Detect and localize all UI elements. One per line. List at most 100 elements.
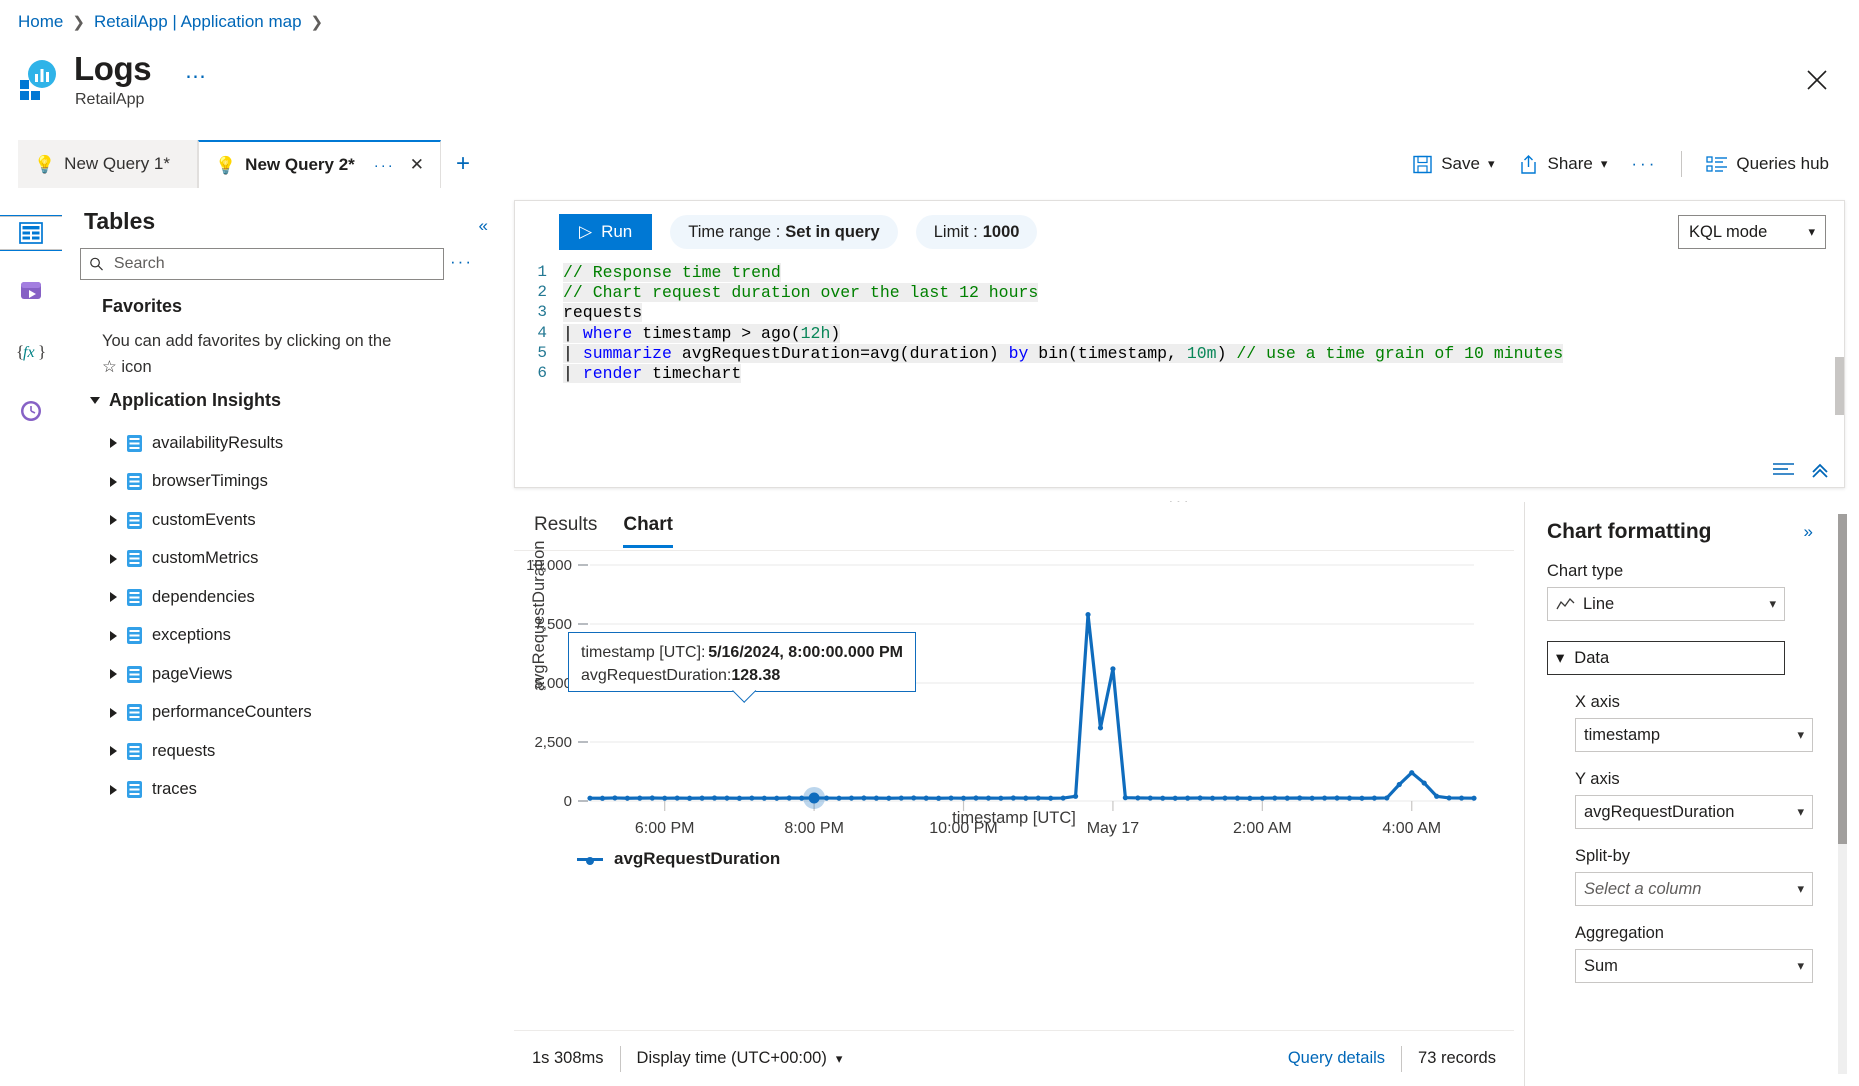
kql-mode-dropdown[interactable]: KQL mode ▾ — [1678, 215, 1826, 249]
time-range-button[interactable]: Time range : Set in query — [670, 215, 897, 249]
table-row-exceptions[interactable]: exceptions — [62, 617, 510, 656]
line-chart[interactable]: 02,5005,0007,50010,0006:00 PM8:00 PM10:0… — [514, 551, 1514, 851]
tooltip-row-value: avgRequestDuration: 128.38 — [581, 664, 903, 687]
logs-icon — [18, 58, 62, 102]
add-tab-button[interactable]: + — [441, 140, 485, 188]
tab-new-query-1[interactable]: 💡 New Query 1* — [18, 140, 198, 188]
results-tabs: Results Chart — [514, 502, 1514, 550]
table-label: traces — [152, 780, 197, 799]
run-button[interactable]: ▷ Run — [559, 214, 652, 250]
breadcrumb-item-home[interactable]: Home — [18, 12, 63, 32]
code-token: render — [583, 364, 642, 383]
display-time-button[interactable]: Display time (UTC+00:00) — [637, 1049, 827, 1068]
code-token: // use a time grain of 10 minutes — [1236, 344, 1563, 363]
editor-scrollbar[interactable] — [1835, 357, 1844, 415]
table-row-traces[interactable]: traces — [62, 771, 510, 810]
expand-triangle-icon[interactable] — [110, 438, 117, 448]
data-section-toggle[interactable]: ▾ Data — [1547, 641, 1785, 675]
search-box[interactable] — [80, 248, 444, 280]
table-row-custommetrics[interactable]: customMetrics — [62, 540, 510, 579]
toolbar-more-button[interactable]: ··· — [1619, 148, 1669, 180]
line-number: 6 — [515, 364, 563, 382]
table-row-performancecounters[interactable]: performanceCounters — [62, 694, 510, 733]
code-token: timechart — [642, 364, 741, 383]
format-query-icon[interactable] — [1772, 461, 1796, 479]
rail-functions-button[interactable]: { fx } — [12, 332, 50, 370]
chart-type-dropdown[interactable]: Line ▾ — [1547, 587, 1785, 621]
table-row-availabilityresults[interactable]: availabilityResults — [62, 424, 510, 463]
close-button[interactable] — [1797, 60, 1837, 100]
y-axis-dropdown[interactable]: avgRequestDuration ▾ — [1575, 795, 1813, 829]
table-icon — [127, 666, 142, 683]
collapse-pane-button[interactable]: « — [479, 216, 488, 236]
table-label: browserTimings — [152, 472, 268, 491]
rail-queries-button[interactable] — [12, 272, 50, 310]
queries-hub-icon — [1706, 154, 1728, 174]
queries-hub-button[interactable]: Queries hub — [1694, 148, 1841, 180]
expand-triangle-icon[interactable] — [110, 669, 117, 679]
query-tab-strip: 💡 New Query 1* 💡 New Query 2* ··· ✕ + Sa… — [0, 140, 1859, 188]
code-token: ) — [1217, 344, 1237, 363]
breadcrumb-item-retailapp[interactable]: RetailApp | Application map — [94, 12, 302, 32]
expand-triangle-icon[interactable] — [110, 554, 117, 564]
table-row-customevents[interactable]: customEvents — [62, 501, 510, 540]
chart-x-axis-label: timestamp [UTC] — [514, 809, 1514, 828]
tab-chart[interactable]: Chart — [623, 514, 673, 548]
expand-triangle-icon[interactable] — [110, 592, 117, 602]
header-more-button[interactable]: ⋯ — [185, 64, 208, 89]
query-history-icon — [18, 398, 44, 424]
group-application-insights[interactable]: Application Insights — [90, 390, 281, 411]
search-input[interactable] — [112, 254, 435, 274]
table-row-pageviews[interactable]: pageViews — [62, 655, 510, 694]
table-label: customEvents — [152, 511, 256, 530]
tab-more-button[interactable]: ··· — [374, 157, 395, 174]
tooltip-key-duration: avgRequestDuration: — [581, 664, 731, 687]
queries-icon — [18, 278, 44, 304]
x-axis-value: timestamp — [1584, 726, 1660, 745]
expand-triangle-icon[interactable] — [110, 515, 117, 525]
chart-formatting-title: Chart formatting — [1547, 520, 1837, 544]
expand-triangle-icon[interactable] — [110, 631, 117, 641]
chart-formatting-collapse-button[interactable]: » — [1804, 522, 1813, 542]
play-icon: ▷ — [579, 222, 592, 242]
query-icon: 💡 — [34, 156, 55, 173]
tab-close-button[interactable]: ✕ — [410, 155, 424, 175]
rail-query-history-button[interactable] — [12, 392, 50, 430]
kql-mode-value: KQL mode — [1689, 223, 1767, 242]
page-header: Logs ⋯ RetailApp — [0, 42, 1859, 120]
chart-legend: avgRequestDuration — [514, 849, 1514, 869]
x-axis-dropdown[interactable]: timestamp ▾ — [1575, 718, 1813, 752]
expand-triangle-icon[interactable] — [110, 746, 117, 756]
query-editor[interactable]: 1 // Response time trend 2 // Chart requ… — [515, 263, 1844, 453]
svg-text:fx: fx — [23, 344, 35, 361]
y-axis-label: Y axis — [1575, 770, 1837, 789]
table-label: performanceCounters — [152, 703, 312, 722]
save-button[interactable]: Save ▾ — [1400, 148, 1506, 181]
line-number: 3 — [515, 303, 563, 321]
share-button[interactable]: Share ▾ — [1506, 148, 1619, 181]
tables-more-button[interactable]: ··· — [450, 252, 473, 272]
chevron-down-icon-4[interactable]: ▾ — [836, 1051, 843, 1067]
code-text: // Chart request duration over the last … — [563, 283, 1038, 302]
chart-type-value: Line — [1583, 595, 1614, 614]
table-label: pageViews — [152, 665, 232, 684]
limit-button[interactable]: Limit : 1000 — [916, 215, 1038, 249]
formatting-scrollbar[interactable] — [1838, 514, 1847, 844]
limit-value: 1000 — [983, 223, 1020, 242]
expand-triangle-icon[interactable] — [110, 477, 117, 487]
aggregation-dropdown[interactable]: Sum ▾ — [1575, 949, 1813, 983]
table-row-dependencies[interactable]: dependencies — [62, 578, 510, 617]
svg-text:0: 0 — [564, 793, 572, 810]
split-by-dropdown[interactable]: Select a column ▾ — [1575, 872, 1813, 906]
collapse-editor-icon[interactable] — [1810, 461, 1830, 479]
page-subtitle: RetailApp — [75, 91, 144, 109]
expand-triangle-icon[interactable] — [110, 785, 117, 795]
time-range-value: Set in query — [785, 223, 879, 242]
svg-text:10,000: 10,000 — [526, 557, 572, 574]
query-details-link[interactable]: Query details — [1288, 1049, 1385, 1068]
expand-triangle-icon[interactable] — [110, 708, 117, 718]
line-number: 5 — [515, 344, 563, 362]
table-row-requests[interactable]: requests — [62, 732, 510, 771]
table-row-browsertimings[interactable]: browserTimings — [62, 463, 510, 502]
tab-new-query-2[interactable]: 💡 New Query 2* ··· ✕ — [198, 140, 441, 188]
